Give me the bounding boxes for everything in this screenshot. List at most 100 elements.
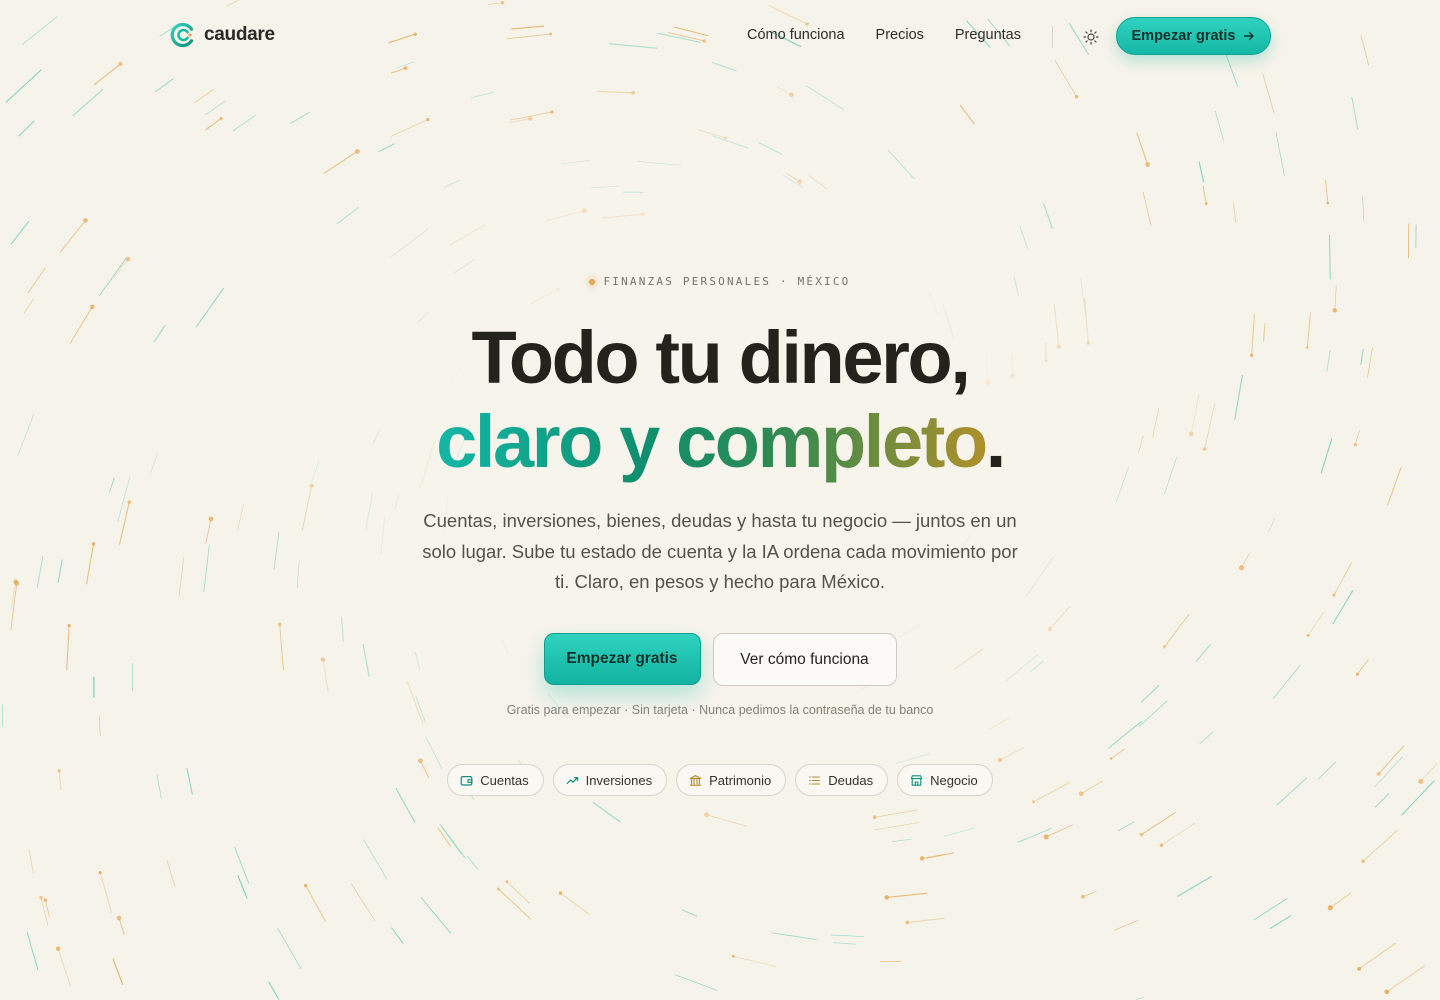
meteor-streak	[301, 485, 313, 531]
meteor-streak	[57, 559, 63, 583]
meteor-streak	[674, 974, 718, 991]
meteor-streak	[118, 917, 125, 935]
meteor-streak	[277, 927, 302, 969]
meteor-streak	[1026, 556, 1054, 596]
meteor-head	[91, 542, 96, 546]
meteor-streak	[296, 560, 300, 588]
meteor-head	[1139, 832, 1144, 837]
meteor-head	[797, 179, 803, 185]
meteor-head	[1032, 800, 1035, 804]
meteor-head	[919, 856, 925, 861]
meteor-head	[550, 110, 554, 114]
meteor-streak	[1198, 161, 1205, 183]
meteor-streak	[86, 543, 95, 585]
meteor-streak	[590, 185, 619, 189]
meteor-streak	[546, 210, 585, 221]
meteor-streak	[1329, 892, 1351, 909]
meteor-head	[417, 758, 423, 764]
hero-headline: Todo tu dinero, claro y completo.	[0, 316, 1440, 484]
meteor-head	[1326, 201, 1330, 205]
meteor-streak	[336, 206, 359, 225]
meteor-head	[884, 895, 889, 900]
meteor-streak	[155, 78, 174, 93]
nav-link-como-funciona[interactable]: Cómo funciona	[747, 27, 845, 43]
meteor-streak	[117, 477, 131, 523]
meteor-streak	[40, 897, 49, 926]
meteor-streak	[697, 129, 727, 139]
meteor-head	[704, 812, 709, 818]
meteor-head	[582, 208, 587, 214]
meteor-streak	[237, 503, 244, 530]
chip-label: Negocio	[930, 772, 978, 788]
meteor-streak	[1161, 822, 1196, 846]
meteor-streak	[1110, 748, 1125, 760]
meteor-streak	[601, 213, 644, 219]
feature-chips: Cuentas Inversiones Patrimonio Deudas Ne…	[0, 764, 1440, 796]
meteor-head	[789, 92, 794, 97]
meteor-head	[309, 483, 314, 488]
meteor-streak	[467, 855, 479, 870]
wallet-icon	[460, 775, 473, 786]
meteor-streak	[681, 909, 698, 917]
chip-deudas[interactable]: Deudas	[795, 764, 889, 796]
hero-cta-row: Empezar gratis Ver cómo funciona	[0, 633, 1440, 686]
meteor-head	[1080, 894, 1085, 899]
meteor-streak	[873, 822, 920, 831]
bank-icon	[689, 774, 702, 786]
nav-cta-label: Empezar gratis	[1131, 28, 1236, 44]
meteor-streak	[5, 69, 42, 103]
meteor-streak	[562, 159, 591, 165]
chip-negocio[interactable]: Negocio	[897, 764, 993, 796]
meteor-head	[1047, 627, 1052, 632]
meteor-head	[1145, 162, 1151, 167]
eyebrow-text: FINANZAS PERSONALES · MÉXICO	[603, 275, 851, 288]
meteor-streak	[831, 934, 865, 937]
meteor-streak	[420, 897, 451, 934]
chip-label: Deudas	[828, 772, 874, 788]
eyebrow: FINANZAS PERSONALES · MÉXICO	[0, 275, 1440, 288]
meteor-streak	[232, 114, 256, 132]
meteor-streak	[1358, 942, 1396, 970]
meteor-streak	[1267, 518, 1276, 533]
meteor-streak	[205, 100, 226, 116]
meteor-streak	[194, 89, 214, 103]
meteor-streak	[497, 888, 531, 920]
meteor-streak	[1082, 891, 1097, 898]
meteor-streak	[98, 715, 101, 737]
meteor-streak	[1136, 132, 1149, 166]
theme-toggle-button[interactable]	[1078, 24, 1104, 50]
meteor-streak	[895, 753, 930, 764]
see-how-it-works-button[interactable]: Ver cómo funciona	[712, 633, 897, 686]
meteor-head	[1043, 834, 1049, 840]
meteor-streak	[921, 853, 946, 859]
meteor-streak	[1043, 203, 1053, 229]
meteor-streak	[28, 848, 34, 874]
meteor-streak	[771, 932, 817, 940]
meteor-streak	[1141, 684, 1160, 703]
nav-link-preguntas[interactable]: Preguntas	[955, 27, 1021, 43]
start-free-button[interactable]: Empezar gratis	[543, 633, 701, 685]
chip-patrimonio[interactable]: Patrimonio	[676, 764, 787, 796]
meteor-head	[39, 895, 43, 900]
logo-text: caudare	[204, 24, 275, 45]
nav-start-free-button[interactable]: Empezar gratis	[1116, 17, 1271, 55]
meteor-head	[997, 757, 1003, 763]
logo[interactable]: caudare	[170, 22, 275, 48]
meteor-streak	[1332, 590, 1354, 625]
meteor-streak	[1325, 179, 1329, 204]
chip-inversiones[interactable]: Inversiones	[552, 764, 668, 796]
caudare-logo-icon	[170, 22, 194, 48]
list-icon	[809, 775, 821, 785]
headline-line-2: claro y completo.	[0, 400, 1440, 484]
nav-links: Cómo funciona Precios Preguntas	[747, 27, 1021, 43]
meteor-streak	[365, 492, 374, 530]
meteor-streak	[36, 556, 44, 588]
meteor-streak	[1329, 234, 1331, 280]
meteor-head	[872, 815, 877, 820]
nav-link-precios[interactable]: Precios	[876, 27, 924, 43]
meteor-head	[55, 946, 61, 951]
sun-icon	[1083, 29, 1099, 45]
meteor-streak	[592, 801, 621, 823]
chip-cuentas[interactable]: Cuentas	[447, 764, 544, 796]
meteor-streak	[205, 117, 222, 131]
